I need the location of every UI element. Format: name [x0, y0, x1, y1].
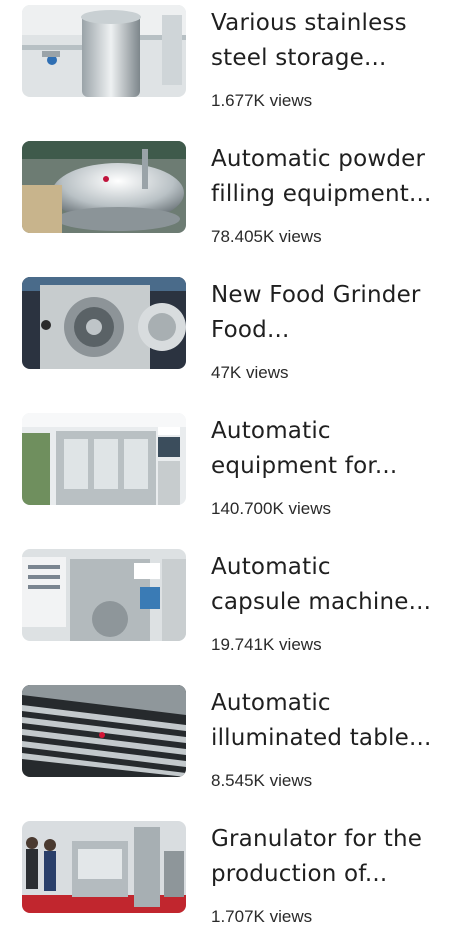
video-thumbnail[interactable]	[22, 685, 186, 777]
video-thumbnail[interactable]	[22, 549, 186, 641]
video-item[interactable]: Automatic powder filling equipment... 78…	[0, 141, 463, 261]
video-title[interactable]: New Food Grinder Food...	[211, 278, 451, 348]
video-thumbnail[interactable]	[22, 413, 186, 505]
video-thumbnail[interactable]	[22, 5, 186, 97]
video-thumbnail[interactable]	[22, 821, 186, 913]
video-title[interactable]: Granulator for the production of...	[211, 822, 451, 892]
video-thumbnail[interactable]	[22, 141, 186, 233]
stainless-tank-filter-icon	[22, 5, 186, 97]
capsule-machine-icon	[22, 549, 186, 641]
video-list: Various stainless steel storage... 1.677…	[0, 0, 463, 926]
view-count: 19.741K views	[211, 635, 322, 654]
exhibition-machine-icon	[22, 413, 186, 505]
video-item[interactable]: New Food Grinder Food... 47K views	[0, 277, 463, 397]
video-title[interactable]: Automatic powder filling equipment...	[211, 142, 451, 212]
granulator-machine-icon	[22, 821, 186, 913]
video-title[interactable]: Various stainless steel storage...	[211, 6, 451, 76]
video-thumbnail[interactable]	[22, 277, 186, 369]
view-count: 47K views	[211, 363, 289, 382]
video-title[interactable]: Automatic illuminated table...	[211, 686, 451, 756]
view-count: 78.405K views	[211, 227, 322, 246]
steel-vessel-lid-icon	[22, 141, 186, 233]
video-item[interactable]: Automatic equipment for... 140.700K view…	[0, 413, 463, 533]
video-item[interactable]: Automatic illuminated table... 8.545K vi…	[0, 685, 463, 805]
view-count: 8.545K views	[211, 771, 313, 790]
illuminated-table-icon	[22, 685, 186, 777]
video-item[interactable]: Granulator for the production of... 1.70…	[0, 821, 463, 941]
view-count: 1.677K views	[211, 91, 313, 110]
view-count: 140.700K views	[211, 499, 332, 518]
video-title[interactable]: Automatic capsule machine...	[211, 550, 451, 620]
video-title[interactable]: Automatic equipment for...	[211, 414, 451, 484]
video-item[interactable]: Various stainless steel storage... 1.677…	[0, 5, 463, 125]
grinder-machine-icon	[22, 277, 186, 369]
video-item[interactable]: Automatic capsule machine... 19.741K vie…	[0, 549, 463, 669]
